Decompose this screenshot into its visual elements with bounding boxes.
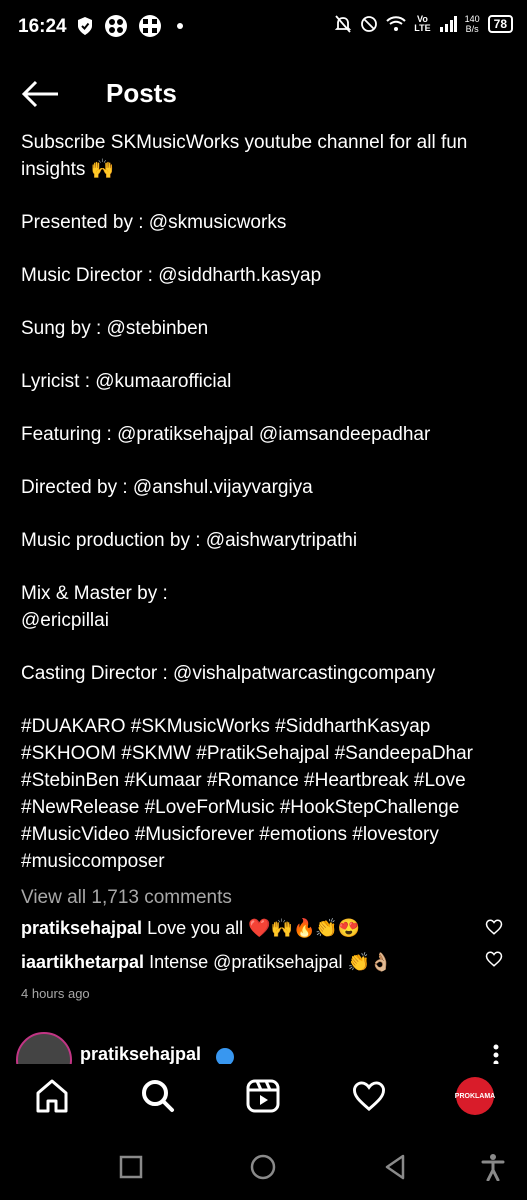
- nav-profile[interactable]: PROKLAMA: [455, 1076, 495, 1116]
- app-header: Posts: [0, 66, 527, 122]
- notification-icons: [76, 14, 188, 38]
- nav-home[interactable]: [32, 1076, 72, 1116]
- recent-apps-button[interactable]: [116, 1152, 146, 1182]
- accessibility-icon: [481, 1154, 505, 1181]
- avatar[interactable]: [16, 1032, 72, 1064]
- home-button[interactable]: [248, 1152, 278, 1182]
- battery-indicator: 78: [487, 15, 513, 33]
- dnd-icon: [361, 16, 378, 32]
- system-icons: Vo LTE 140 B/s 78: [334, 14, 513, 34]
- status-time: 16:24: [18, 16, 67, 37]
- caption-hashtags[interactable]: #DUAKARO #SKMusicWorks #SiddharthKasyap …: [21, 713, 511, 875]
- signal-icon: [439, 16, 457, 32]
- caption-featuring: Featuring : @pratiksehajpal @iamsandeepa…: [21, 424, 431, 445]
- heart-icon: [352, 1081, 386, 1112]
- caption-intro: Subscribe SKMusicWorks youtube channel f…: [21, 132, 468, 180]
- wifi-icon: [386, 16, 406, 31]
- volte-indicator: Vo LTE: [414, 14, 431, 33]
- post-caption: Subscribe SKMusicWorks youtube channel f…: [21, 129, 511, 901]
- next-post-username[interactable]: pratiksehajpal: [80, 1044, 201, 1064]
- dot-icon: [177, 23, 183, 29]
- network-speed: 140 B/s: [464, 14, 480, 34]
- profile-avatar-label: PROKLAMA: [454, 1092, 496, 1100]
- mute-bell-icon: [335, 15, 352, 33]
- caption-mix-label: Mix & Master by :: [21, 583, 168, 604]
- view-all-comments-link[interactable]: View all 1,713 comments: [21, 887, 232, 909]
- more-options-icon[interactable]: [493, 1044, 499, 1064]
- accessibility-button[interactable]: [478, 1152, 508, 1182]
- app-notification-icon: [139, 15, 161, 37]
- system-navigation-bar: [0, 1130, 527, 1200]
- app-notification-icon: [105, 15, 127, 37]
- nav-activity[interactable]: [349, 1076, 389, 1116]
- nav-reels[interactable]: [243, 1076, 283, 1116]
- bottom-navigation: PROKLAMA: [0, 1064, 527, 1126]
- comment-username[interactable]: pratiksehajpal: [21, 918, 142, 938]
- shield-icon: [78, 17, 92, 35]
- page-title: Posts: [106, 78, 177, 108]
- verified-badge-icon: [216, 1048, 234, 1064]
- caption-music-production: Music production by : @aishwarytripathi: [21, 530, 358, 551]
- caption-music-director: Music Director : @siddharth.kasyap: [21, 265, 322, 286]
- nav-search[interactable]: [138, 1076, 178, 1116]
- comment-text: Love you all ❤️🙌🔥👏😍: [147, 918, 361, 938]
- profile-avatar: PROKLAMA: [454, 1077, 496, 1115]
- back-button[interactable]: [20, 76, 62, 112]
- caption-lyricist: Lyricist : @kumaarofficial: [21, 371, 232, 392]
- comment-text: Intense @pratiksehajpal 👏👌🏼: [149, 952, 393, 972]
- back-nav-button[interactable]: [380, 1152, 410, 1182]
- comment-username[interactable]: iaartikhetarpal: [21, 952, 144, 972]
- triangle-back-icon: [385, 1154, 405, 1180]
- caption-mix-handle[interactable]: @ericpillai: [21, 607, 511, 634]
- square-icon: [119, 1155, 143, 1179]
- status-bar: 16:24 Vo LTE 140 B/s 78: [0, 0, 527, 56]
- caption-sung-by: Sung by : @stebinben: [21, 318, 209, 339]
- reels-icon: [246, 1079, 280, 1113]
- comment-like-button[interactable]: [485, 918, 503, 936]
- back-arrow-icon: [21, 80, 58, 108]
- heart-outline-icon: [485, 951, 503, 967]
- search-icon: [142, 1080, 174, 1112]
- caption-directed-by: Directed by : @anshul.vijayvargiya: [21, 477, 313, 498]
- home-icon: [36, 1079, 68, 1113]
- caption-casting-director: Casting Director : @vishalpatwarcastingc…: [21, 663, 436, 684]
- next-post-header: pratiksehajpal: [0, 1030, 527, 1064]
- comment-like-button[interactable]: [485, 950, 503, 968]
- heart-outline-icon: [485, 919, 503, 935]
- circle-icon: [250, 1154, 276, 1180]
- comment-item: pratiksehajpal Love you all ❤️🙌🔥👏😍: [21, 918, 360, 939]
- post-timestamp: 4 hours ago: [21, 986, 90, 1001]
- caption-presented-by: Presented by : @skmusicworks: [21, 212, 287, 233]
- comment-item: iaartikhetarpal Intense @pratiksehajpal …: [21, 952, 392, 973]
